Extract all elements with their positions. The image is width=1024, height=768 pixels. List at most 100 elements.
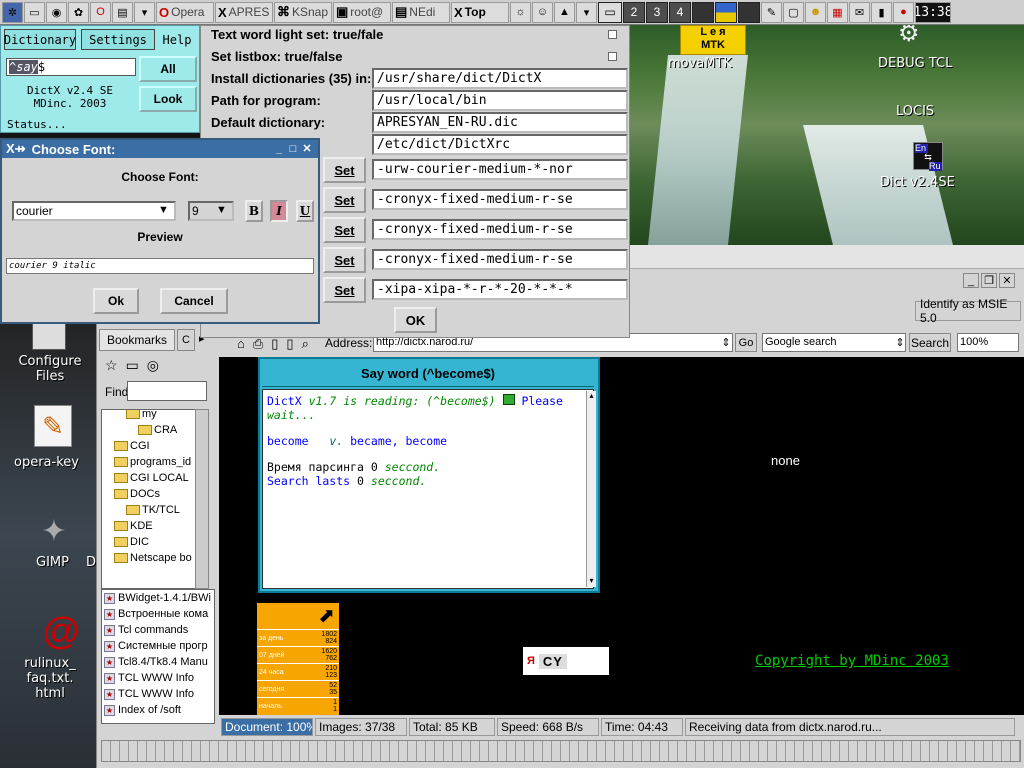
chevron-down-icon[interactable]: ▼ xyxy=(216,204,227,216)
set-font-button-3[interactable]: Set xyxy=(323,217,366,243)
maximize-icon[interactable]: □ xyxy=(286,142,300,155)
bookmark-item[interactable]: ★ TCL WWW Info xyxy=(102,686,214,702)
wordlight-checkbox[interactable] xyxy=(608,30,617,39)
search-dropdown-icon[interactable]: ⇕ xyxy=(893,334,907,351)
webcam-icon[interactable]: ● xyxy=(893,1,914,23)
folder-icon[interactable]: ▭ xyxy=(126,357,139,374)
movamtk-icon[interactable]: L e я MTK xyxy=(680,25,746,55)
bookmark-item[interactable]: ★ Tcl8.4/Tk8.4 Manu xyxy=(102,654,214,670)
desktop-4[interactable]: 4 xyxy=(669,1,691,23)
tree-item[interactable]: CRA xyxy=(138,422,177,437)
blank-icon[interactable]: ▢ xyxy=(783,1,804,23)
tree-scrollbar[interactable] xyxy=(195,409,209,589)
smiley-icon[interactable]: ☻ xyxy=(805,1,826,23)
bookmark-item[interactable]: ★ TCL WWW Info xyxy=(102,670,214,686)
minimize-icon[interactable]: _ xyxy=(272,142,286,155)
star-icon[interactable]: ☆ xyxy=(105,357,118,374)
show-desktop-icon[interactable]: ▭ xyxy=(24,1,45,23)
entry-forms[interactable]: became, become xyxy=(350,434,447,448)
eye-icon[interactable]: ◎ xyxy=(147,357,159,374)
desktop-3[interactable]: 3 xyxy=(646,1,668,23)
underline-toggle[interactable]: U xyxy=(296,200,314,222)
find-icon[interactable]: ⌕ xyxy=(302,336,309,352)
tasks-menu-icon[interactable]: ▾ xyxy=(134,1,155,23)
look-button[interactable]: Look xyxy=(139,86,197,112)
close-icon[interactable]: ✕ xyxy=(300,142,314,155)
go-button[interactable]: Go xyxy=(735,333,757,352)
settings-launcher-icon[interactable]: ✿ xyxy=(68,1,89,23)
gimp-launcher-icon[interactable]: ◉ xyxy=(46,1,67,23)
italic-toggle[interactable]: I xyxy=(270,200,288,222)
set-font-button-4[interactable]: Set xyxy=(323,247,366,273)
font-input-1[interactable]: -urw-courier-medium-*-nor xyxy=(372,159,628,180)
tree-item[interactable]: DIC xyxy=(114,534,149,549)
all-button[interactable]: All xyxy=(139,56,197,82)
desktop-1[interactable]: ▭ xyxy=(598,1,622,23)
tree-item[interactable]: CGI LOCAL xyxy=(114,470,189,485)
task-apres[interactable]: X APRES xyxy=(215,1,273,23)
opera-key-label[interactable]: opera-key xyxy=(2,455,98,470)
word-input[interactable]: ^say$ xyxy=(6,58,136,76)
tray-menu-icon[interactable]: ▾ xyxy=(576,1,597,23)
program-path-input[interactable]: /usr/local/bin xyxy=(372,90,628,111)
text-file-icon[interactable]: ✎ xyxy=(34,405,72,447)
menu-dictionary[interactable]: Dictionary xyxy=(4,29,76,50)
locis-label[interactable]: LOCIS xyxy=(896,104,934,119)
gimp-label[interactable]: GIMP xyxy=(36,555,69,570)
task-top[interactable]: X Top xyxy=(451,1,509,23)
tray-icon[interactable]: ☼ xyxy=(510,1,531,23)
chevron-down-icon[interactable]: ▼ xyxy=(158,204,169,216)
restore-icon[interactable]: ❐ xyxy=(981,273,997,288)
font-input-3[interactable]: -cronyx-fixed-medium-r-se xyxy=(372,219,628,240)
tray-icon[interactable]: ☺ xyxy=(532,1,553,23)
debug-tcl-label[interactable]: DEBUG TCL xyxy=(878,56,952,71)
bookmarks-tab[interactable]: Bookmarks xyxy=(99,329,175,351)
minimize-icon[interactable]: _ xyxy=(963,273,979,288)
task-root[interactable]: ▣ root@ xyxy=(333,1,391,23)
rulinux-faq-label[interactable]: rulinux_ faq.txt. html xyxy=(2,656,98,701)
find-input[interactable] xyxy=(127,381,207,401)
debian-swirl-icon[interactable]: @ xyxy=(42,612,81,652)
configure-files-label[interactable]: Configure Files xyxy=(2,354,98,384)
say-scrollbar[interactable]: ▴ ▾ xyxy=(586,391,596,587)
bookmark-item[interactable]: ★ Index of /soft xyxy=(102,702,214,718)
desktop-5[interactable] xyxy=(692,1,714,23)
font-family-select[interactable]: courier xyxy=(12,201,176,221)
font-input-5[interactable]: -xipa-xipa-*-r-*-20-*-*-* xyxy=(372,279,628,300)
us-flag-icon[interactable]: ▦ xyxy=(827,1,848,23)
ok-button[interactable]: Ok xyxy=(93,288,139,314)
install-path-input[interactable]: /usr/share/dict/DictX xyxy=(372,68,628,89)
copy-icon[interactable]: ▯ xyxy=(286,336,293,352)
copyright-link[interactable]: Copyright by MDinc 2003 xyxy=(755,653,949,669)
files-launcher-icon[interactable]: ▤ xyxy=(112,1,133,23)
settings-ok-button[interactable]: OK xyxy=(394,307,437,333)
tree-item[interactable]: my xyxy=(126,410,157,421)
menu-settings[interactable]: Settings xyxy=(81,29,155,50)
task-ksnap[interactable]: ⌘ KSnap xyxy=(274,1,332,23)
task-opera[interactable]: O Opera xyxy=(156,1,214,23)
cancel-button[interactable]: Cancel xyxy=(160,288,228,314)
yandex-cy-badge[interactable]: Я CY xyxy=(523,647,609,675)
page-icon[interactable]: ▯ xyxy=(271,336,278,352)
font-size-select[interactable]: 9 xyxy=(188,201,234,221)
gimp-extra-label[interactable]: D xyxy=(86,555,96,570)
battery-icon[interactable]: ▮ xyxy=(871,1,892,23)
rc-path-input[interactable]: /etc/dict/DictXrc xyxy=(372,134,628,155)
gear-icon[interactable]: ⚙ xyxy=(898,25,934,47)
gimp-icon[interactable]: ✦ xyxy=(34,514,74,550)
entry-word[interactable]: become xyxy=(267,434,309,448)
tree-item[interactable]: DOCs xyxy=(114,486,160,501)
bookmark-item[interactable]: ★ BWidget-1.4.1/BWi xyxy=(102,590,214,606)
bookmark-item[interactable]: ★ Tcl commands xyxy=(102,622,214,638)
zoom-select[interactable]: 100% xyxy=(957,333,1019,352)
dict-icon[interactable]: En ⇆ Ru xyxy=(913,142,943,171)
search-button[interactable]: Search xyxy=(909,333,951,352)
close-icon[interactable]: ✕ xyxy=(999,273,1015,288)
desktop-7[interactable] xyxy=(738,1,760,23)
sidebar-tab-partial[interactable]: C xyxy=(177,329,195,351)
set-font-button-5[interactable]: Set xyxy=(323,277,366,303)
tree-item[interactable]: KDE xyxy=(114,518,153,533)
home-icon[interactable]: ⌂ xyxy=(237,336,245,352)
opera-launcher-icon[interactable]: O xyxy=(90,1,111,23)
clipboard-icon[interactable]: ✉ xyxy=(849,1,870,23)
